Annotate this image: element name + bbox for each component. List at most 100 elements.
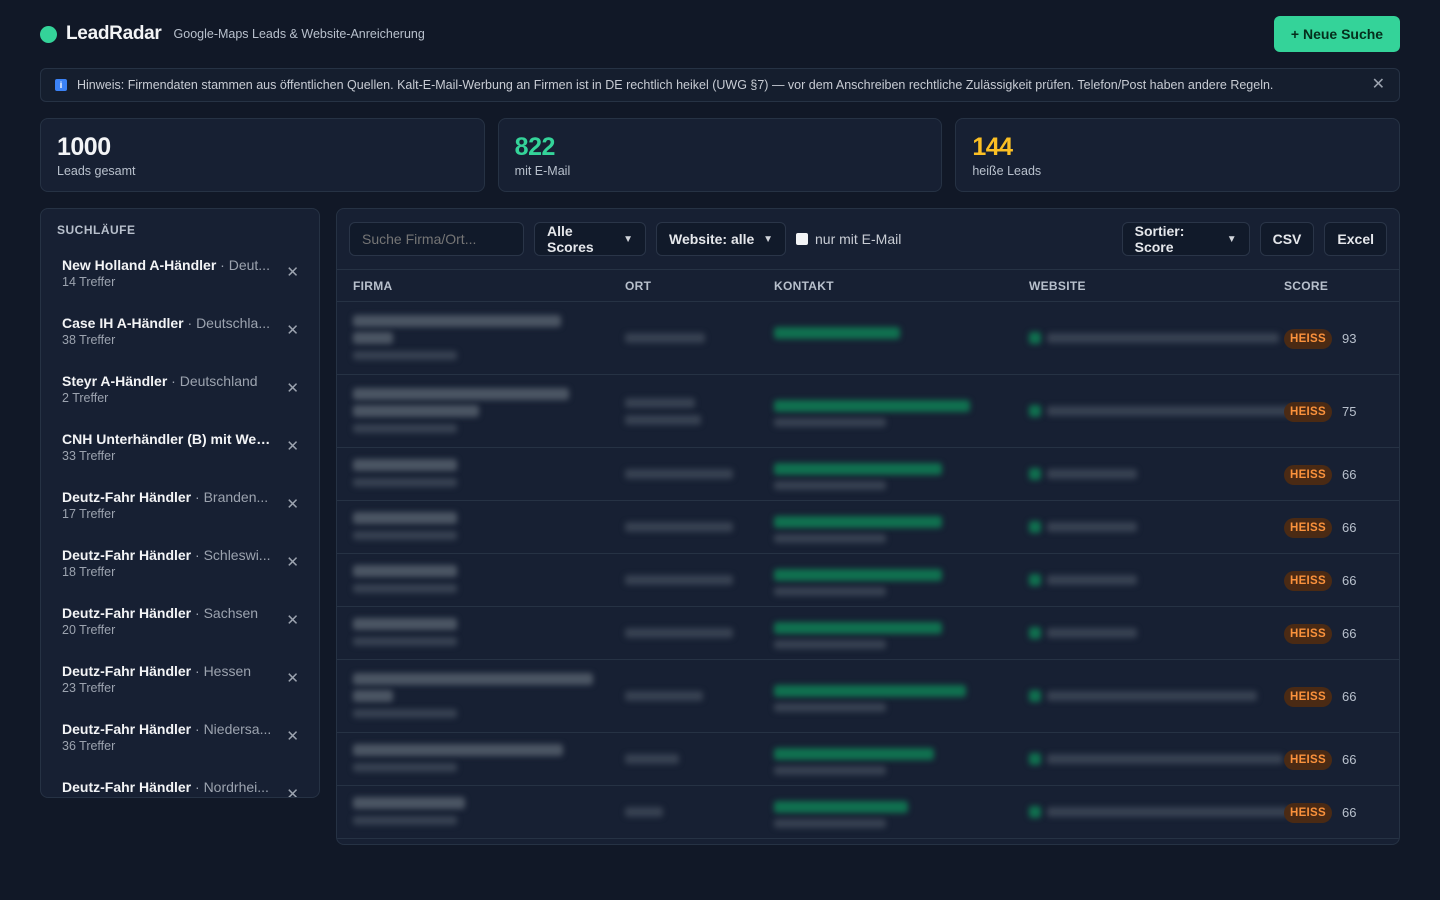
location-redacted: [625, 806, 663, 817]
score-value: 66: [1342, 688, 1357, 704]
hot-lead-badge: HEISS: [1284, 623, 1332, 644]
app-header: LeadRadar Google-Maps Leads & Website-An…: [40, 16, 1400, 52]
score-value: 66: [1342, 751, 1357, 767]
contact-phone-redacted: [774, 702, 886, 712]
table-row[interactable]: HEISS 93: [337, 302, 1399, 375]
search-run-region: · Niedersa...: [191, 721, 272, 737]
search-run-title: Deutz-Fahr Händler: [62, 663, 192, 679]
table-row[interactable]: HEISS 66: [337, 733, 1399, 786]
search-run-item[interactable]: Deutz-Fahr Händler · Nordrhei... ✕: [41, 771, 319, 797]
company-meta-redacted: [353, 636, 457, 646]
search-run-item[interactable]: Deutz-Fahr Händler · Sachsen 20 Treffer ✕: [41, 597, 319, 655]
search-run-item[interactable]: Steyr A-Händler · Deutschland 2 Treffer ✕: [41, 365, 319, 423]
stat-label: heiße Leads: [972, 164, 1042, 178]
search-run-item[interactable]: Deutz-Fahr Händler · Branden... 17 Treffe…: [41, 481, 319, 539]
close-icon[interactable]: ✕: [286, 671, 299, 686]
search-run-item[interactable]: Deutz-Fahr Händler · Hessen 23 Treffer ✕: [41, 655, 319, 713]
stats-row: 1000 Leads gesamt 822 mit E-Mail 144 hei…: [40, 118, 1401, 192]
column-header-ort[interactable]: ORT: [625, 279, 651, 293]
search-run-title: Steyr A-Händler: [62, 373, 168, 389]
email-only-label: nur mit E-Mail: [815, 231, 902, 247]
column-header-kontakt[interactable]: KONTAKT: [774, 279, 834, 293]
logo-dot-icon: [40, 25, 57, 43]
company-name-redacted: [353, 689, 393, 702]
search-run-name: Deutz-Fahr Händler · Hessen: [62, 663, 275, 679]
close-icon[interactable]: ✕: [286, 729, 299, 744]
search-run-title: Deutz-Fahr Händler: [62, 779, 192, 795]
search-run-name: Deutz-Fahr Händler · Niedersa...: [62, 721, 275, 737]
contact-email-redacted: [774, 568, 942, 581]
website-status-redacted: [1029, 689, 1041, 702]
csv-export-button[interactable]: CSV: [1259, 222, 1315, 256]
table-row[interactable]: HEISS 75: [337, 375, 1399, 448]
website-filter-select[interactable]: Website: alle ▼: [656, 222, 786, 256]
search-run-title: Deutz-Fahr Händler: [62, 721, 192, 737]
excel-export-button[interactable]: Excel: [1324, 222, 1387, 256]
search-input[interactable]: [349, 222, 524, 256]
close-icon[interactable]: ✕: [286, 787, 299, 797]
search-run-count: 2 Treffer: [62, 391, 109, 405]
close-icon[interactable]: ✕: [286, 323, 299, 338]
location-redacted: [625, 521, 733, 532]
website-status-redacted: [1029, 331, 1041, 344]
sort-select[interactable]: Sortier: Score ▼: [1121, 222, 1250, 256]
table-row[interactable]: HEISS 66: [337, 554, 1399, 607]
email-only-checkbox[interactable]: [796, 233, 808, 245]
table-row[interactable]: HEISS 66: [337, 607, 1399, 660]
search-run-item[interactable]: CNH Unterhändler (B) mit Web... 33 Treffe…: [41, 423, 319, 481]
chevron-down-icon: ▼: [623, 233, 633, 245]
email-only-toggle[interactable]: nur mit E-Mail: [796, 231, 901, 247]
company-name-redacted: [353, 796, 465, 809]
table-row[interactable]: HEISS 66: [337, 501, 1399, 554]
legal-notice: i Hinweis: Firmendaten stammen aus öffen…: [40, 68, 1400, 102]
chevron-down-icon: ▼: [1226, 233, 1237, 245]
close-icon[interactable]: ✕: [1372, 77, 1385, 93]
search-run-title: CNH Unterhändler (B) mit Web...: [62, 431, 275, 447]
stat-value: 1000: [57, 133, 111, 161]
website-status-redacted: [1029, 805, 1041, 818]
website-status-redacted: [1029, 404, 1041, 417]
column-header-firma[interactable]: FIRMA: [353, 279, 393, 293]
location-redacted: [625, 468, 733, 479]
new-search-button[interactable]: + Neue Suche: [1274, 16, 1400, 52]
search-run-item[interactable]: Deutz-Fahr Händler · Niedersa... 36 Treff…: [41, 713, 319, 771]
search-run-count: 23 Treffer: [62, 681, 116, 695]
search-run-region: · Deutschla...: [183, 315, 271, 331]
search-run-count: 38 Treffer: [62, 333, 116, 347]
close-icon[interactable]: ✕: [286, 497, 299, 512]
website-url-redacted: [1047, 521, 1137, 532]
score-value: 66: [1342, 519, 1357, 535]
contact-phone-redacted: [774, 818, 886, 828]
company-name-redacted: [353, 743, 563, 756]
search-run-title: New Holland A-Händler: [62, 257, 217, 273]
table-row[interactable]: HEISS 66: [337, 786, 1399, 839]
column-header-website[interactable]: WEBSITE: [1029, 279, 1086, 293]
company-name-redacted: [353, 511, 457, 524]
hot-lead-badge: HEISS: [1284, 802, 1332, 823]
close-icon[interactable]: ✕: [286, 265, 299, 280]
search-run-item[interactable]: Case IH A-Händler · Deutschla... 38 Treff…: [41, 307, 319, 365]
close-icon[interactable]: ✕: [286, 555, 299, 570]
score-filter-select[interactable]: Alle Scores ▼: [534, 222, 646, 256]
score-value: 66: [1342, 466, 1357, 482]
company-name-redacted: [353, 458, 457, 471]
table-row[interactable]: HEISS 66: [337, 448, 1399, 501]
column-header-score[interactable]: SCORE: [1284, 279, 1328, 293]
close-icon[interactable]: ✕: [286, 439, 299, 454]
table-row[interactable]: HEISS 66: [337, 660, 1399, 733]
score-value: 66: [1342, 804, 1357, 820]
search-run-item[interactable]: New Holland A-Händler · Deut... 14 Treffe…: [41, 249, 319, 307]
location-redacted: [625, 753, 679, 764]
search-run-item[interactable]: Deutz-Fahr Händler · Schleswi... 18 Treff…: [41, 539, 319, 597]
website-url-redacted: [1047, 690, 1257, 701]
location-redacted: [625, 332, 705, 343]
stat-card-hot: 144 heiße Leads: [955, 118, 1401, 192]
website-status-redacted: [1029, 573, 1041, 586]
close-icon[interactable]: ✕: [286, 381, 299, 396]
sort-value: Sortier: Score: [1134, 223, 1185, 255]
close-icon[interactable]: ✕: [286, 613, 299, 628]
company-meta-redacted: [353, 762, 457, 772]
table-header: FIRMA ORT KONTAKT WEBSITE SCORE: [337, 269, 1399, 302]
app-title: LeadRadar: [66, 23, 162, 44]
search-run-region: · Deut...: [216, 257, 270, 273]
